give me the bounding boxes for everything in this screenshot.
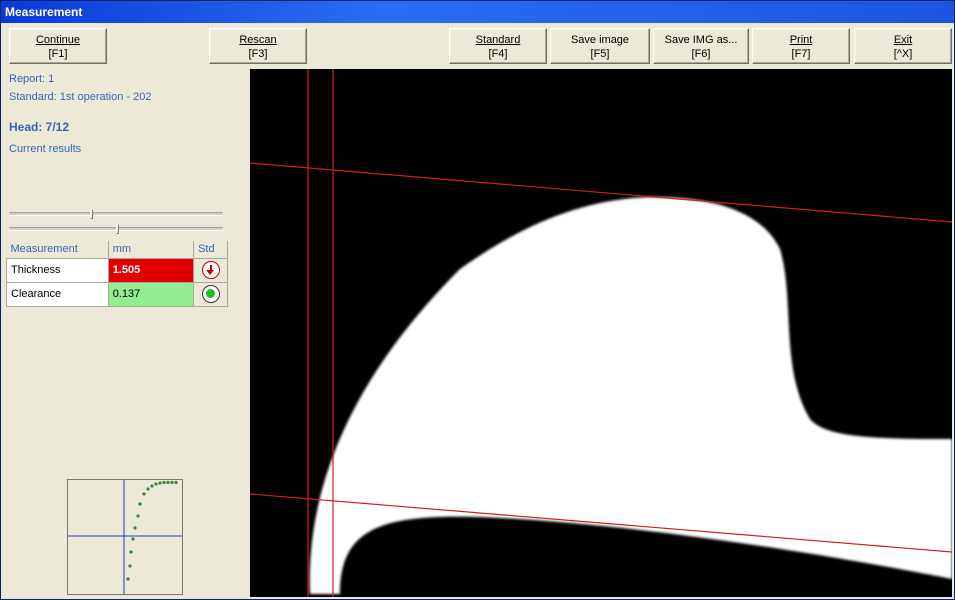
print-button[interactable]: Print [F7] — [752, 28, 850, 64]
rescan-label: Rescan — [239, 34, 277, 46]
head-counter: Head: 7/12 — [9, 120, 70, 134]
measurement-name: Clearance — [6, 281, 109, 307]
save-image-label: Save image — [570, 34, 630, 46]
continue-button[interactable]: Continue [F1] — [9, 28, 107, 64]
results-table: Measurement mm Std Thickness 1.505 Clear… — [6, 241, 228, 307]
measurement-value: 1.505 — [107, 257, 195, 283]
toolbar: Continue [F1] Rescan [F3] Standard [F4] … — [1, 25, 954, 67]
standard-text: Standard: 1st operation - 202 — [9, 91, 152, 103]
save-img-as-button[interactable]: Save IMG as... [F6] — [653, 28, 749, 64]
mini-plot-svg — [68, 480, 182, 594]
standard-button[interactable]: Standard [F4] — [449, 28, 547, 64]
report-text: Report: 1 — [9, 73, 55, 85]
standard-label: Standard — [475, 34, 521, 46]
exit-label: Exit — [893, 34, 913, 46]
save-img-as-label: Save IMG as... — [664, 34, 738, 46]
rescan-button[interactable]: Rescan [F3] — [209, 28, 307, 64]
table-row[interactable]: Thickness 1.505 — [6, 257, 228, 283]
camera-image-view[interactable] — [250, 69, 952, 597]
part-profile-image — [250, 69, 952, 597]
continue-label: Continue — [35, 34, 81, 46]
exit-hotkey: [^X] — [893, 48, 913, 60]
lower-slider-thumb[interactable] — [116, 224, 119, 234]
results-header-row: Measurement mm Std — [6, 241, 228, 259]
std-cell — [193, 281, 228, 307]
table-row[interactable]: Clearance 0.137 — [6, 281, 228, 307]
measurement-window: Measurement Continue [F1] Rescan [F3] St… — [0, 0, 955, 600]
green-dot-icon — [201, 285, 220, 303]
continue-hotkey: [F1] — [48, 48, 68, 60]
upper-slider-thumb[interactable] — [90, 209, 94, 219]
current-results-text: Current results — [9, 143, 82, 155]
title-bar[interactable]: Measurement — [1, 1, 954, 23]
print-label: Print — [789, 34, 813, 46]
mini-plot-points — [126, 480, 178, 581]
save-img-as-hotkey: [F6] — [691, 48, 711, 60]
edge-marker-dot — [319, 450, 325, 456]
print-hotkey: [F7] — [791, 48, 811, 60]
measurement-header: Measurement — [6, 241, 109, 259]
save-image-hotkey: [F5] — [590, 48, 610, 60]
save-image-button[interactable]: Save image [F5] — [550, 28, 650, 64]
measurement-value: 0.137 — [107, 281, 195, 307]
profile-mini-plot — [67, 479, 183, 595]
upper-slider[interactable] — [9, 209, 223, 219]
std-header: Std — [193, 241, 228, 259]
window-title: Measurement — [5, 5, 83, 19]
lower-slider[interactable] — [9, 224, 223, 234]
exit-button[interactable]: Exit [^X] — [854, 28, 952, 64]
measurement-name: Thickness — [6, 257, 109, 283]
arrow-down-icon — [201, 261, 220, 279]
rescan-hotkey: [F3] — [248, 48, 268, 60]
info-panel: Report: 1 Standard: 1st operation - 202 … — [3, 69, 249, 597]
standard-hotkey: [F4] — [488, 48, 508, 60]
unit-header: mm — [108, 241, 195, 259]
std-cell — [193, 257, 228, 283]
